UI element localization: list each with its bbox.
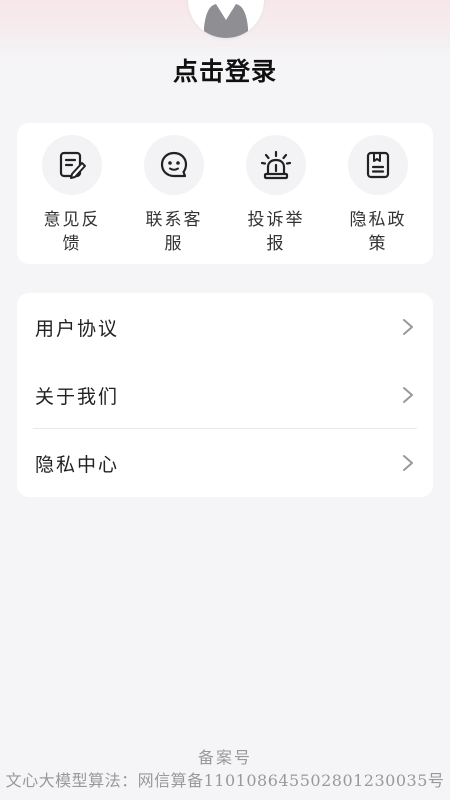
icon-circle (348, 135, 408, 195)
icon-circle (246, 135, 306, 195)
quick-action-privacy-policy[interactable]: 隐私政策 (338, 123, 418, 264)
list-item-user-agreement[interactable]: 用户协议 (17, 293, 433, 361)
algorithm-record-text: 文心大模型算法：网信算备110108645502801230035号 (5, 771, 445, 790)
chevron-right-icon (403, 387, 413, 403)
user-silhouette-icon (204, 4, 248, 38)
icon-circle (42, 135, 102, 195)
customer-service-icon (160, 151, 188, 178)
chevron-right-icon (403, 455, 413, 471)
feedback-icon (59, 151, 86, 179)
avatar[interactable] (188, 0, 264, 38)
list-item-about-us[interactable]: 关于我们 (17, 361, 433, 429)
list-item-privacy-center[interactable]: 隐私中心 (17, 429, 433, 497)
quick-actions-card: 意见反馈 联系客服 投诉举报 隐私政策 (17, 123, 433, 264)
quick-action-customer-service[interactable]: 联系客服 (134, 123, 214, 264)
list-item-label: 用户协议 (35, 317, 120, 340)
quick-action-label: 意见反馈 (43, 210, 101, 254)
quick-action-label: 隐私政策 (349, 210, 407, 254)
icon-circle (144, 135, 204, 195)
login-button[interactable]: 点击登录 (0, 52, 450, 88)
quick-action-feedback[interactable]: 意见反馈 (32, 123, 112, 264)
alarm-icon (260, 150, 292, 180)
chevron-right-icon (403, 319, 413, 335)
settings-list: 用户协议 关于我们 隐私中心 (17, 293, 433, 497)
list-item-label: 隐私中心 (35, 453, 120, 476)
quick-action-label: 投诉举报 (247, 210, 305, 254)
record-number-label: 备案号 (197, 748, 252, 767)
document-icon (366, 151, 390, 179)
list-item-label: 关于我们 (35, 385, 120, 408)
quick-action-report[interactable]: 投诉举报 (236, 123, 316, 264)
quick-action-label: 联系客服 (145, 210, 203, 254)
